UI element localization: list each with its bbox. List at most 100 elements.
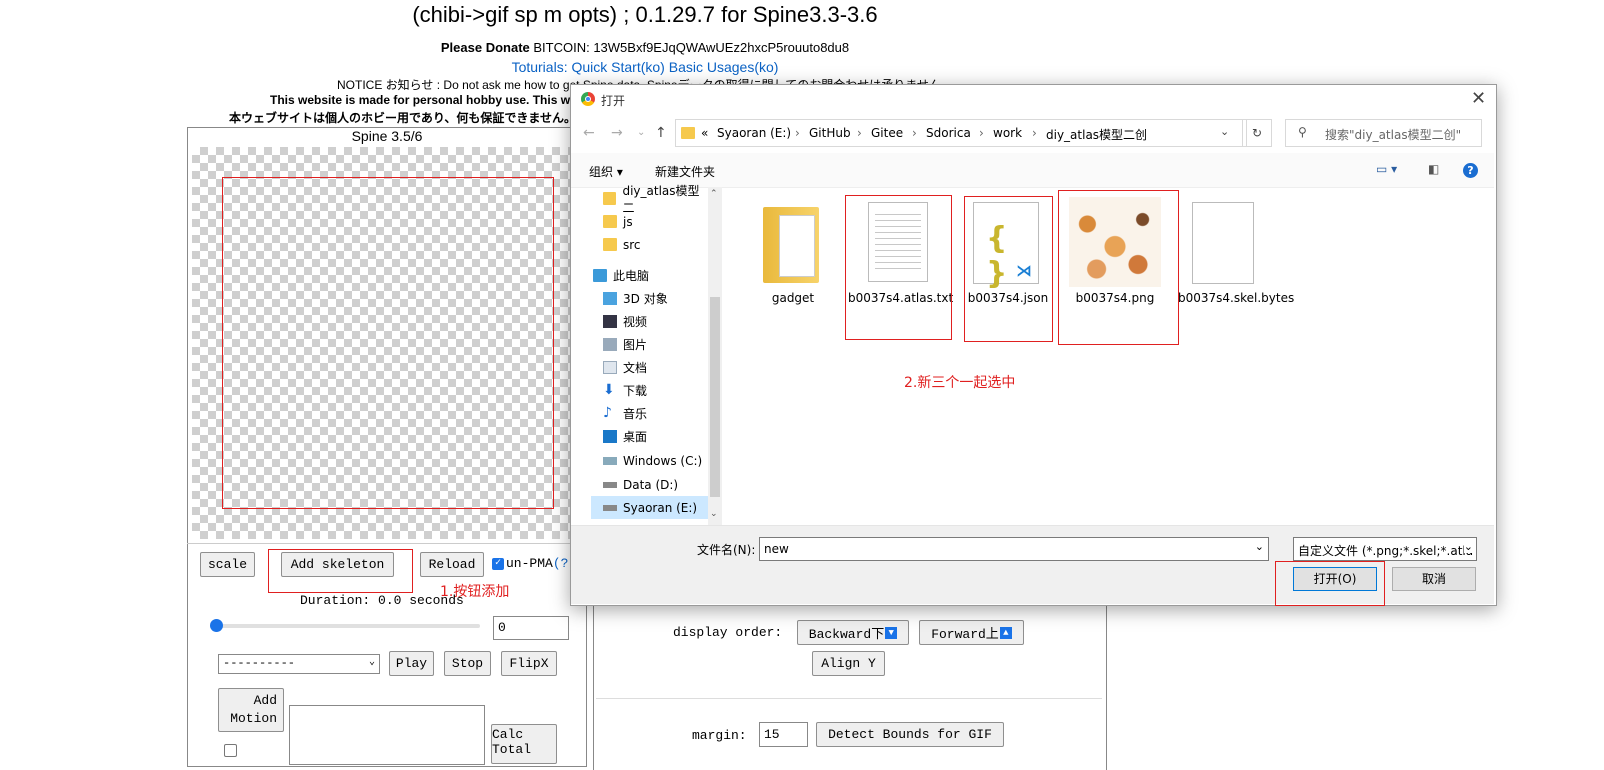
add-motion-button[interactable]: Add Motion — [218, 688, 284, 732]
drive-icon — [603, 504, 617, 511]
filetype-select[interactable]: 自定义文件 (*.png;*.skel;*.atla ⌄ — [1293, 537, 1477, 561]
panel-title: Spine 3.5/6 — [351, 128, 423, 144]
reload-button[interactable]: Reload — [420, 552, 484, 577]
calc-total-button[interactable]: Calc Total — [491, 724, 557, 764]
refresh-icon[interactable]: ↻ — [1242, 119, 1272, 147]
annotation-box-add-skeleton — [268, 549, 413, 593]
folder-icon — [603, 238, 617, 251]
annotation-box-open — [1275, 561, 1385, 606]
tutorial-link-basic[interactable]: Basic Usages(ko) — [669, 59, 779, 75]
filename-input[interactable]: new ⌄ — [759, 537, 1269, 561]
blank-file-icon[interactable] — [1192, 202, 1254, 284]
scrollbar-thumb[interactable] — [710, 297, 720, 497]
nav-item-this-pc[interactable]: 此电脑 — [593, 264, 649, 287]
cube-icon — [603, 292, 617, 305]
new-folder-button[interactable]: 新建文件夹 — [655, 163, 715, 180]
flipx-button[interactable]: FlipX — [501, 651, 557, 676]
nav-item-pictures[interactable]: 图片 — [603, 333, 647, 356]
frame-input[interactable]: 0 — [493, 616, 569, 640]
address-bar[interactable]: « Syaoran (E:) › GitHub › Gitee › Sdoric… — [675, 119, 1247, 147]
tutorial-link-quickstart[interactable]: Quick Start(ko) — [571, 59, 664, 75]
nav-item-src[interactable]: src — [603, 233, 641, 256]
breadcrumb-prefix: « — [701, 126, 709, 140]
open-file-dialog: 打开 ✕ ← → ⌄ ↑ « Syaoran (E:) › GitHub › G… — [570, 84, 1497, 606]
donate-text: BITCOIN: 13W5Bxf9EJqQWAwUEz2hxcP5rouuto8… — [533, 40, 850, 55]
tutorials-line: Toturials: Quick Start(ko) Basic Usages(… — [0, 59, 1290, 75]
align-y-button[interactable]: Align Y — [812, 651, 885, 676]
chevron-right-icon: › — [912, 126, 917, 140]
timeline-slider[interactable] — [210, 619, 480, 632]
breadcrumb-item[interactable]: Syaoran (E:) — [717, 126, 791, 140]
up-arrow-icon[interactable]: ↑ — [655, 125, 667, 141]
chevron-right-icon: › — [979, 126, 984, 140]
chevron-down-icon: ⌄ — [1463, 540, 1473, 553]
filetype-value: 自定义文件 (*.png;*.skel;*.atla — [1298, 544, 1474, 558]
filename-value: new — [764, 542, 789, 556]
chevron-down-icon[interactable]: ⌄ — [1255, 540, 1264, 553]
nav-pane: diy_atlas模型二 js src 此电脑 3D 对象 视频 图片 文档 ⬇… — [591, 184, 708, 525]
unpma-checkbox[interactable]: ✓ — [492, 557, 504, 570]
file-name: b0037s4.skel.bytes — [1178, 291, 1295, 305]
nav-item-videos[interactable]: 视频 — [603, 310, 647, 333]
page-title: (chibi->gif sp m opts) ; 0.1.29.7 for Sp… — [412, 2, 878, 27]
panel-divider — [187, 543, 587, 544]
recent-dropdown-icon[interactable]: ⌄ — [637, 127, 645, 138]
slider-thumb[interactable] — [210, 619, 223, 632]
close-icon[interactable]: ✕ — [1471, 88, 1486, 109]
margin-input[interactable]: 15 — [759, 722, 808, 747]
breadcrumb-item[interactable]: Sdorica — [926, 126, 971, 140]
chevron-right-icon: › — [857, 126, 862, 140]
chrome-icon — [581, 92, 595, 106]
breadcrumb-item[interactable]: Gitee — [871, 126, 903, 140]
nav-item-music[interactable]: ♪ 音乐 — [603, 402, 647, 425]
nav-item-diy-atlas[interactable]: diy_atlas模型二 — [603, 184, 708, 215]
forward-button[interactable]: Forward上 ▲ — [919, 620, 1024, 645]
back-arrow-icon[interactable]: ← — [583, 125, 595, 141]
annotation-box-json — [964, 196, 1053, 342]
file-item-gadget[interactable] — [761, 205, 825, 285]
scroll-down-icon[interactable]: ⌄ — [710, 509, 718, 519]
play-button[interactable]: Play — [389, 651, 434, 676]
nav-scrollbar[interactable]: ⌃ ⌄ — [708, 187, 722, 525]
extra-checkbox[interactable] — [224, 744, 237, 757]
stop-button[interactable]: Stop — [444, 651, 491, 676]
nav-item-syaoran-e[interactable]: Syaoran (E:) — [591, 496, 708, 519]
organize-menu[interactable]: 组织 ▾ — [589, 163, 623, 180]
filename-label: 文件名(N): — [697, 543, 756, 557]
scroll-up-icon[interactable]: ⌃ — [710, 189, 718, 199]
nav-item-windows-c[interactable]: Windows (C:) — [603, 449, 702, 472]
animation-select[interactable]: ---------- ⌄ — [218, 654, 380, 674]
nav-item-documents[interactable]: 文档 — [603, 356, 647, 379]
view-options-icon[interactable]: ▭ ▾ — [1376, 162, 1397, 176]
breadcrumb-item[interactable]: work — [993, 126, 1022, 140]
breadcrumb-item[interactable]: GitHub — [809, 126, 851, 140]
preview-pane-icon[interactable]: ◧ — [1428, 162, 1439, 176]
nav-item-3d-objects[interactable]: 3D 对象 — [603, 287, 668, 310]
search-icon: ⚲ — [1298, 125, 1307, 139]
scale-button[interactable]: scale — [200, 552, 255, 577]
forward-arrow-icon[interactable]: → — [611, 125, 623, 141]
motion-textarea[interactable] — [289, 705, 485, 765]
settings-divider — [596, 698, 1102, 699]
help-icon[interactable]: ? — [1463, 163, 1478, 178]
nav-item-js[interactable]: js — [603, 210, 633, 233]
animation-select-value: ---------- — [223, 656, 296, 670]
nav-item-downloads[interactable]: ⬇ 下载 — [603, 379, 647, 402]
nav-item-desktop[interactable]: 桌面 — [603, 425, 647, 448]
computer-icon — [593, 269, 607, 282]
arrow-up-icon: ▲ — [999, 626, 1012, 639]
chevron-down-icon[interactable]: ⌄ — [1220, 125, 1229, 138]
nav-item-data-d[interactable]: Data (D:) — [603, 473, 678, 496]
unpma-label: un-PMA — [506, 556, 553, 571]
breadcrumb-item[interactable]: diy_atlas模型二创 — [1046, 126, 1147, 143]
folder-icon — [681, 127, 695, 139]
cancel-button[interactable]: 取消 — [1392, 567, 1476, 591]
search-box[interactable]: ⚲ 搜索"diy_atlas模型二创" — [1285, 119, 1482, 147]
detect-bounds-button[interactable]: Detect Bounds for GIF — [816, 722, 1004, 747]
arrow-down-icon: ▼ — [885, 626, 898, 639]
drive-icon — [603, 456, 617, 465]
chevron-right-icon: › — [1032, 126, 1037, 140]
backward-button[interactable]: Backward下 ▼ — [797, 620, 909, 645]
video-icon — [603, 315, 617, 328]
unpma-help-link[interactable]: (? — [553, 556, 569, 571]
